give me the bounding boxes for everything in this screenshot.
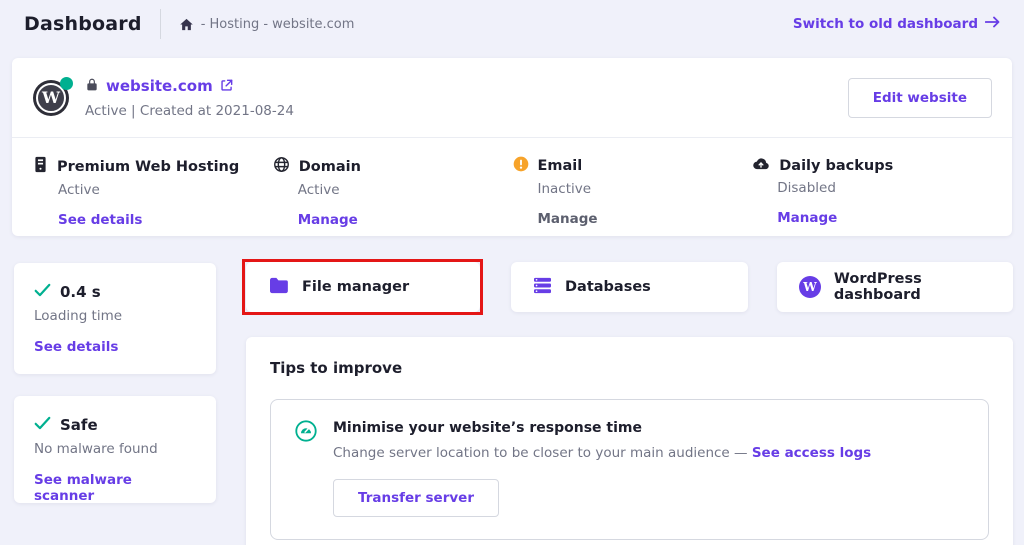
server-icon [33,156,48,177]
tip-description: Change server location to be closer to y… [333,445,964,461]
service-status: Active [58,182,273,198]
service-email: Email Inactive Manage [513,156,753,228]
loading-time-label: Loading time [34,308,196,324]
switch-link-label: Switch to old dashboard [793,16,978,32]
service-backups: Daily backups Disabled Manage [752,156,992,228]
header-divider [160,9,161,39]
file-manager-label: File manager [302,279,409,295]
service-status: Active [298,182,513,198]
hosting-see-details-link[interactable]: See details [58,212,273,228]
tips-to-improve-card: Tips to improve Minimise your website’s … [246,337,1013,545]
cloud-backup-icon [752,156,770,175]
online-status-dot [60,77,73,90]
folder-icon [268,277,289,298]
file-manager-button[interactable]: File manager [246,262,480,312]
see-malware-scanner-link[interactable]: See malware scanner [34,472,196,504]
malware-status-label: No malware found [34,441,196,457]
warning-icon [513,156,529,176]
tip-item-response-time: Minimise your website’s response time Ch… [270,399,989,540]
switch-to-old-dashboard-link[interactable]: Switch to old dashboard [793,16,1000,32]
loading-see-details-link[interactable]: See details [34,339,196,355]
home-icon[interactable] [179,17,194,32]
wordpress-dashboard-button[interactable]: W WordPress dashboard [777,262,1013,312]
loading-time-card: 0.4 s Loading time See details [14,263,216,374]
website-overview-card: W website.com Active | Created at 2021-0… [12,58,1012,236]
loading-time-value: 0.4 s [60,283,101,301]
page-title: Dashboard [24,13,142,35]
service-status: Inactive [538,181,753,197]
lock-icon [85,77,99,96]
arrow-right-icon [985,16,1000,32]
service-title: Premium Web Hosting [57,159,239,175]
site-row: W website.com Active | Created at 2021-0… [12,58,1012,137]
database-icon [533,277,552,298]
wordpress-avatar: W [33,80,69,116]
transfer-server-button[interactable]: Transfer server [333,479,499,517]
backups-manage-link[interactable]: Manage [777,210,992,226]
breadcrumb: - Hosting - website.com [179,17,355,32]
tip-title: Minimise your website’s response time [333,420,964,436]
top-header: Dashboard - Hosting - website.com Switch… [0,0,1024,48]
service-title: Domain [299,159,361,175]
check-icon [34,283,51,301]
see-access-logs-link[interactable]: See access logs [752,445,871,461]
wordpress-icon: W [799,276,821,298]
malware-status-card: Safe No malware found See malware scanne… [14,396,216,503]
email-manage-link[interactable]: Manage [538,211,753,227]
service-title: Daily backups [779,158,893,174]
breadcrumb-text: - Hosting - website.com [201,17,355,32]
wordpress-dashboard-label: WordPress dashboard [834,271,1013,303]
gauge-icon [295,420,317,517]
globe-icon [273,156,290,177]
databases-label: Databases [565,279,651,295]
site-info: website.com Active | Created at 2021-08-… [85,77,294,119]
external-link-icon[interactable] [220,77,234,96]
domain-manage-link[interactable]: Manage [298,212,513,228]
edit-website-button[interactable]: Edit website [848,78,992,118]
service-hosting: Premium Web Hosting Active See details [33,156,273,228]
check-icon [34,416,51,434]
tips-title: Tips to improve [270,359,989,377]
site-domain-link[interactable]: website.com [106,77,213,95]
service-title: Email [538,158,583,174]
services-row: Premium Web Hosting Active See details D… [12,137,1012,228]
tip-description-text: Change server location to be closer to y… [333,445,752,461]
service-domain: Domain Active Manage [273,156,513,228]
malware-status-value: Safe [60,416,98,434]
site-status-line: Active | Created at 2021-08-24 [85,103,294,119]
service-status: Disabled [777,180,992,196]
databases-button[interactable]: Databases [511,262,748,312]
